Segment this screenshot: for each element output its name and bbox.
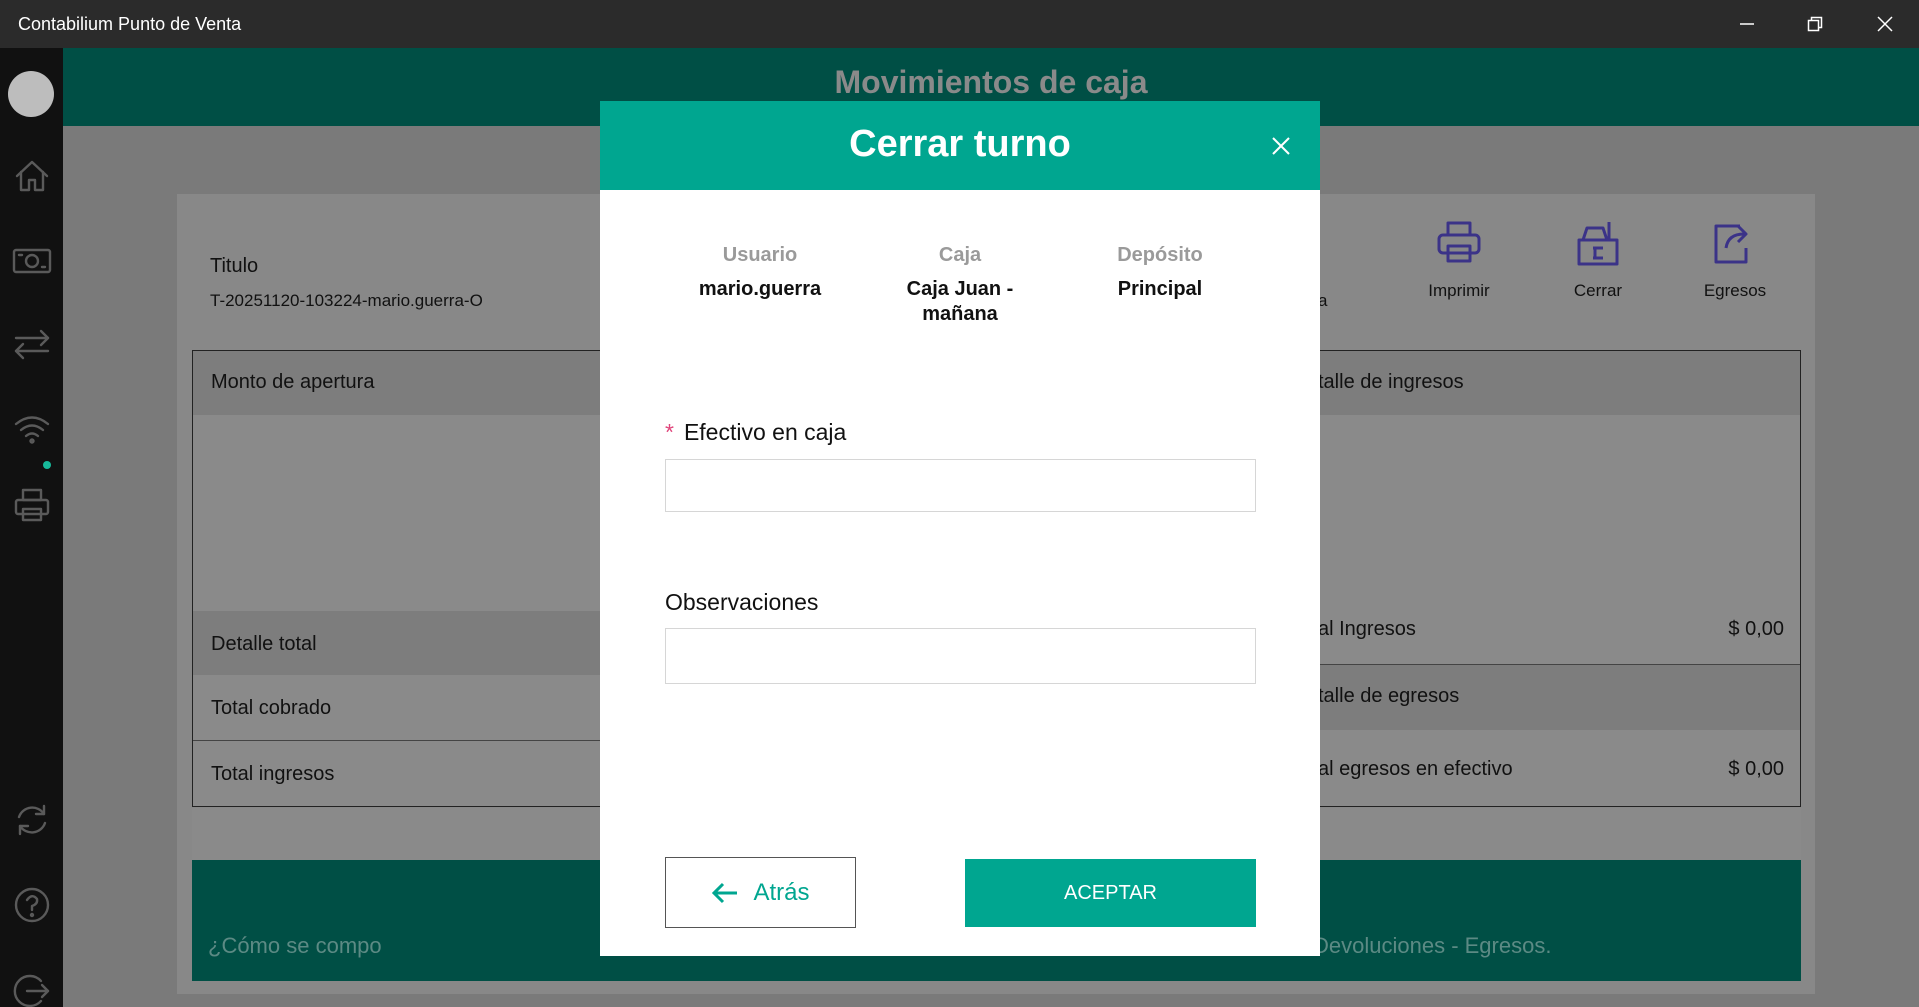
total-income-label: Total ingresos [211,763,335,785]
online-status-dot [43,461,51,469]
printer-icon [1437,221,1481,263]
close-shift-label: Cerrar [1573,281,1623,300]
deposit-info: Depósito Principal [1060,244,1260,302]
close-shift-dialog: Cerrar turno Usuario mario.guerra Caja C… [600,101,1320,956]
print-button[interactable]: Imprimir [1399,218,1519,301]
opening-amount-header: Monto de apertura [193,351,601,415]
window-titlebar: Contabilium Punto de Venta [0,0,1919,48]
register-info: Caja Caja Juan - mañana [860,244,1060,327]
help-banner-text-right: Devoluciones - Egresos. [1313,933,1552,958]
sidebar-item-printer[interactable] [0,475,63,535]
back-button-label: Atrás [753,878,810,906]
transfer-icon [14,329,49,360]
accept-button[interactable]: ACEPTAR [965,859,1256,927]
income-total-row: al Ingresos $ 0,00 [1310,596,1800,664]
cash-field-label-text: Efectivo en caja [683,419,847,445]
details-panel: talle de ingresos al Ingresos $ 0,00 tal… [1310,350,1801,807]
sidebar-item-sync[interactable] [0,790,63,850]
total-income-row: Total ingresos [193,740,601,807]
register-value-line1: Caja Juan - [906,278,1014,300]
totals-panel: Monto de apertura Detalle total Total co… [192,350,602,807]
close-icon [1272,137,1290,155]
close-shift-button[interactable]: Cerrar [1538,218,1658,301]
detail-total-header: Detalle total [193,611,601,675]
total-collected-row: Total cobrado [193,675,601,740]
printer-icon [14,488,49,522]
shift-title-label: Titulo [210,255,259,277]
register-value-line2: mañana [922,303,998,325]
close-icon [1877,16,1893,32]
window-close-button[interactable] [1851,0,1919,48]
register-label: Caja [938,244,982,266]
sidebar [0,48,63,1007]
deposit-value: Principal [1117,278,1203,300]
detail-total-label: Detalle total [211,633,317,655]
income-total-value: $ 0,00 [1728,618,1784,640]
back-button[interactable]: Atrás [665,857,856,928]
print-label: Imprimir [1428,281,1490,300]
money-icon [12,248,51,274]
export-icon [1714,224,1748,264]
expense-detail-header: talle de egresos [1310,664,1800,730]
accept-button-label: ACEPTAR [1064,881,1157,904]
restore-icon [1807,16,1823,32]
logout-icon [13,974,49,1007]
window-title: Contabilium Punto de Venta [18,14,242,34]
user-info: Usuario mario.guerra [660,244,860,302]
cash-expense-row: al egresos en efectivo $ 0,00 [1310,730,1800,807]
home-icon [15,160,48,192]
register-value: Caja Juan - mañana [860,277,1060,327]
notes-field-label: Observaciones [665,589,819,615]
help-banner-text-left: ¿Cómo se compo [208,933,382,958]
sidebar-item-home[interactable] [0,146,63,206]
dialog-title: Cerrar turno [849,123,1071,165]
expenses-button[interactable]: Egresos [1675,218,1795,301]
income-detail-header: talle de ingresos [1310,351,1800,415]
restore-button[interactable] [1781,0,1849,48]
arrow-left-icon [712,882,738,903]
cash-in-register-input[interactable] [665,459,1256,512]
user-value: mario.guerra [698,278,822,300]
cash-expense-label: al egresos en efectivo [1318,758,1513,780]
sidebar-item-logout[interactable] [0,961,63,1007]
required-marker: * [665,419,674,445]
sync-icon [17,804,46,836]
expenses-label: Egresos [1703,281,1767,300]
notes-input[interactable] [665,628,1256,684]
income-total-label: al Ingresos [1318,618,1416,640]
minimize-button[interactable] [1713,0,1781,48]
expense-detail-label: talle de egresos [1318,685,1460,707]
user-label: Usuario [722,244,798,266]
minimize-icon [1740,23,1754,25]
total-collected-label: Total cobrado [211,697,332,719]
cash-field-label: * Efectivo en caja [665,419,846,446]
sidebar-item-movements[interactable] [0,314,63,374]
page-title: Movimientos de caja [834,64,1148,100]
help-icon [14,887,49,923]
deposit-label: Depósito [1117,244,1203,266]
shift-title-value: T-20251120-103224-mario.guerra-O [210,291,483,310]
dialog-header: Cerrar turno [600,101,1320,190]
dialog-close-button[interactable] [1266,131,1296,161]
sidebar-item-help[interactable] [0,875,63,935]
sidebar-item-cash[interactable] [0,230,63,290]
cash-expense-value: $ 0,00 [1728,758,1784,780]
opening-amount-label: Monto de apertura [211,371,375,393]
sidebar-item-connection[interactable] [0,398,63,458]
wifi-icon [14,416,49,444]
income-detail-label: talle de ingresos [1318,371,1464,393]
avatar[interactable] [8,71,54,117]
cash-register-icon [1577,222,1619,266]
